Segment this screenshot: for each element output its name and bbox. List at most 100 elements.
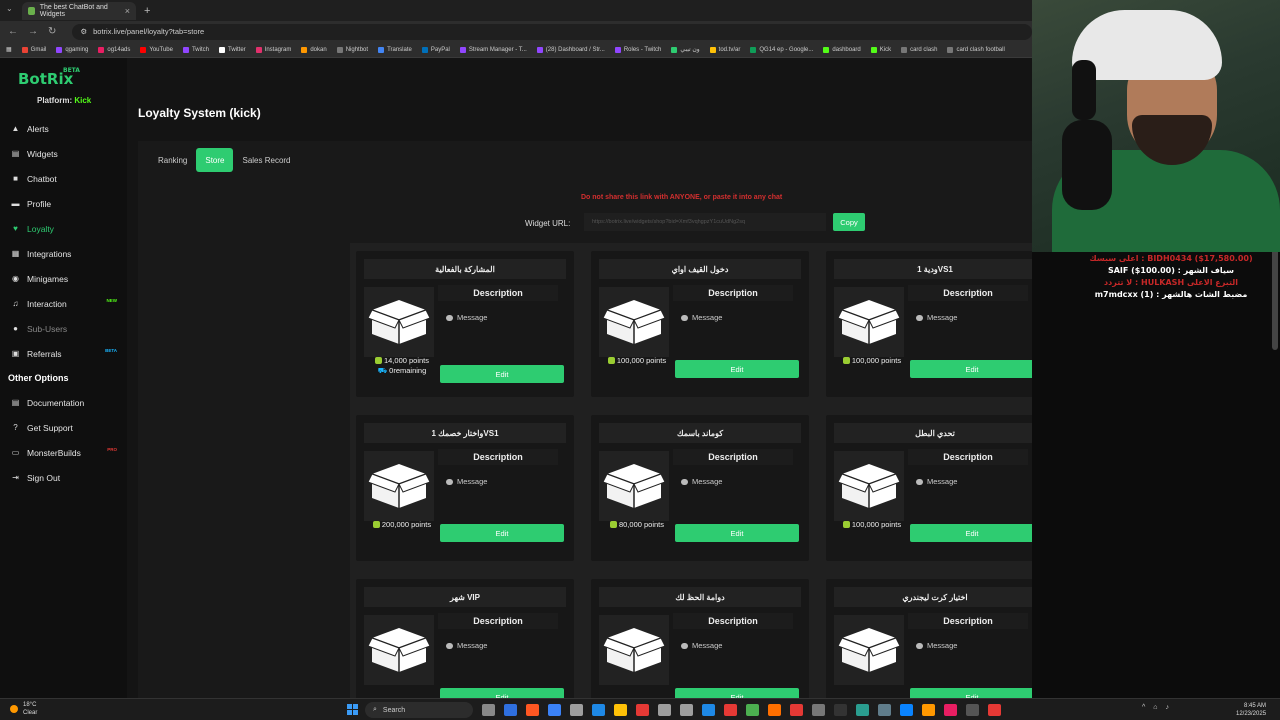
bookmark-item[interactable]: Instagram bbox=[255, 46, 291, 53]
bookmark-item[interactable]: Translate bbox=[378, 46, 412, 53]
edit-button[interactable]: Edit bbox=[675, 688, 799, 698]
bookmark-item[interactable]: dokan bbox=[301, 46, 327, 53]
taskbar-app-icon[interactable] bbox=[526, 704, 539, 716]
tab-sales-record[interactable]: Sales Record bbox=[233, 148, 299, 172]
message-icon bbox=[681, 478, 688, 485]
taskbar-app-icon[interactable] bbox=[614, 704, 627, 716]
edit-button[interactable]: Edit bbox=[675, 360, 799, 378]
taskbar-app-icon[interactable] bbox=[548, 704, 561, 716]
taskbar-app-icon[interactable] bbox=[944, 704, 957, 716]
sidebar-item-label: Documentation bbox=[27, 397, 85, 408]
edit-button[interactable]: Edit bbox=[440, 524, 564, 542]
bookmark-item[interactable]: dashboard bbox=[823, 46, 861, 53]
message-icon bbox=[681, 642, 688, 649]
taskbar-app-icon[interactable] bbox=[988, 704, 1001, 716]
reload-icon[interactable]: ↻ bbox=[48, 26, 56, 37]
taskbar-app-icon[interactable] bbox=[570, 704, 583, 716]
bookmark-item[interactable]: (28) Dashboard / Str... bbox=[536, 46, 605, 53]
taskbar-app-icon[interactable] bbox=[812, 704, 825, 716]
taskbar-app-icon[interactable] bbox=[790, 704, 803, 716]
bookmark-item[interactable]: card clash football bbox=[947, 46, 1005, 53]
bookmark-item[interactable]: Nightbot bbox=[336, 46, 368, 53]
sidebar-item-minigames[interactable]: ◉ Minigames bbox=[0, 266, 127, 291]
taskbar-app-icon[interactable] bbox=[878, 704, 891, 716]
store-item-price: 100,000 points bbox=[834, 520, 910, 530]
edit-button[interactable]: Edit bbox=[910, 360, 1034, 378]
taskbar-app-icon[interactable] bbox=[636, 704, 649, 716]
store-item-card: ودية 1VS1 Description Message 100,000 point… bbox=[826, 251, 1044, 397]
taskbar-app-icon[interactable] bbox=[746, 704, 759, 716]
edit-button[interactable]: Edit bbox=[910, 524, 1034, 542]
bookmark-item[interactable]: QG14 ep - Google... bbox=[750, 46, 813, 53]
site-info-icon[interactable]: ⚙ bbox=[80, 27, 87, 36]
edit-button[interactable]: Edit bbox=[675, 524, 799, 542]
sidebar-item-integrations[interactable]: ▦ Integrations bbox=[0, 241, 127, 266]
windows-start-icon[interactable] bbox=[347, 704, 358, 715]
sidebar-item-alerts[interactable]: ▲ Alerts bbox=[0, 116, 127, 141]
taskbar-app-icon[interactable] bbox=[504, 704, 517, 716]
bookmark-item[interactable]: Stream Manager - T... bbox=[459, 46, 527, 53]
tab-list-chevron-icon[interactable]: ⌄ bbox=[6, 4, 13, 13]
bookmark-item[interactable]: Gmail bbox=[21, 46, 47, 53]
bookmark-item[interactable]: tod.tv/ar bbox=[709, 46, 740, 53]
edit-button[interactable]: Edit bbox=[910, 688, 1034, 698]
browser-tab[interactable]: The best ChatBot and Widgets × bbox=[22, 1, 136, 20]
bookmark-item[interactable]: YouTube bbox=[140, 46, 173, 53]
store-item-title: شهر VIP bbox=[364, 587, 566, 607]
sidebar-item-monsterbuilds[interactable]: ▭ MonsterBuilds PRO bbox=[0, 440, 127, 465]
sidebar-item-get-support[interactable]: ? Get Support bbox=[0, 415, 127, 440]
close-tab-icon[interactable]: × bbox=[125, 6, 130, 16]
taskbar-app-icon[interactable] bbox=[724, 704, 737, 716]
store-item-card: تحدي البطل Description Message 100,000 poin… bbox=[826, 415, 1044, 561]
bookmark-item[interactable]: Roles - Twitch bbox=[614, 46, 661, 53]
widget-url-field[interactable]: https://botrix.live/widgets/shop?bid=Xmf… bbox=[584, 213, 826, 231]
bookmark-item[interactable]: card clash bbox=[901, 46, 937, 53]
network-icon[interactable]: ⌂ bbox=[1153, 704, 1157, 711]
sidebar-item-referrals[interactable]: ▣ Referrals BETA bbox=[0, 341, 127, 366]
taskbar-search[interactable]: ⌕ Search bbox=[365, 702, 473, 718]
bookmark-item[interactable]: og14ads bbox=[98, 46, 130, 53]
new-tab-icon[interactable]: + bbox=[144, 5, 150, 17]
url-field[interactable]: ⚙ botrix.live/panel/loyalty?tab=store bbox=[72, 23, 1033, 40]
bookmark-label: Gmail bbox=[30, 46, 47, 53]
sidebar-item-sub-users[interactable]: ● Sub-Users bbox=[0, 316, 127, 341]
bookmark-item[interactable]: Twitch bbox=[182, 46, 209, 53]
copy-button[interactable]: Copy bbox=[833, 213, 865, 231]
sidebar-item-loyalty[interactable]: ♥ Loyalty bbox=[0, 216, 127, 241]
back-icon[interactable]: ← bbox=[8, 26, 18, 37]
sidebar-item-widgets[interactable]: ▤ Widgets bbox=[0, 141, 127, 166]
taskbar-app-icon[interactable] bbox=[592, 704, 605, 716]
taskbar-app-icon[interactable] bbox=[680, 704, 693, 716]
sidebar-item-documentation[interactable]: ▤ Documentation bbox=[0, 390, 127, 415]
forward-icon[interactable]: → bbox=[28, 26, 38, 37]
bookmark-item[interactable]: Kick bbox=[870, 46, 891, 53]
bookmark-item[interactable]: Twitter bbox=[218, 46, 246, 53]
taskbar-app-icon[interactable] bbox=[900, 704, 913, 716]
taskbar-app-icon[interactable] bbox=[658, 704, 671, 716]
taskbar-app-icon[interactable] bbox=[834, 704, 847, 716]
sidebar-item-chatbot[interactable]: ■ Chatbot bbox=[0, 166, 127, 191]
volume-icon[interactable]: ♪ bbox=[1166, 704, 1170, 711]
tab-ranking[interactable]: Ranking bbox=[149, 148, 196, 172]
box-icon bbox=[364, 287, 434, 357]
tray-chevron-icon[interactable]: ^ bbox=[1142, 704, 1145, 711]
taskbar-app-icon[interactable] bbox=[922, 704, 935, 716]
store-item-price: 200,000 points bbox=[364, 520, 440, 530]
taskbar-app-icon[interactable] bbox=[482, 704, 495, 716]
edit-button[interactable]: Edit bbox=[440, 365, 564, 383]
sidebar-item-profile[interactable]: ▬ Profile bbox=[0, 191, 127, 216]
bookmark-apps-icon[interactable]: ▦ bbox=[6, 46, 12, 53]
bookmark-item[interactable]: ون تيبي bbox=[671, 46, 700, 53]
sidebar-item-interaction[interactable]: ♫ Interaction NEW bbox=[0, 291, 127, 316]
taskbar-app-icon[interactable] bbox=[768, 704, 781, 716]
tab-store[interactable]: Store bbox=[196, 148, 234, 172]
taskbar-app-icon[interactable] bbox=[702, 704, 715, 716]
edit-button[interactable]: Edit bbox=[440, 688, 564, 698]
botrix-logo[interactable]: BotRix BETA bbox=[18, 67, 80, 88]
taskbar-app-icon[interactable] bbox=[966, 704, 979, 716]
taskbar-app-icon[interactable] bbox=[856, 704, 869, 716]
sidebar-item-sign-out[interactable]: ⇥ Sign Out bbox=[0, 465, 127, 490]
taskbar-clock[interactable]: 8:45 AM 12/23/2025 bbox=[1236, 702, 1266, 718]
bookmark-item[interactable]: qgaming bbox=[56, 46, 88, 53]
bookmark-item[interactable]: PayPal bbox=[421, 46, 450, 53]
